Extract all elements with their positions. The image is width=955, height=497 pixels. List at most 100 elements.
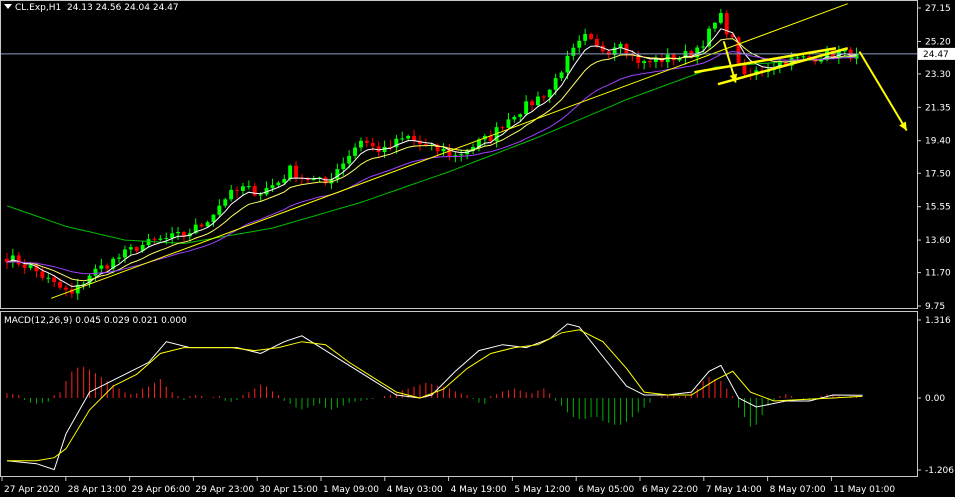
- candle-body: [583, 34, 588, 41]
- current-price-label: 24.47: [923, 50, 949, 60]
- time-tick-label: 27 Apr 2020: [4, 485, 60, 495]
- candle-body: [718, 13, 723, 23]
- candle-body: [223, 199, 228, 206]
- macd-tick-label: 1.316: [925, 316, 951, 326]
- candle-body: [488, 135, 493, 142]
- candle-body: [335, 169, 340, 180]
- price-tick-label: 11.70: [925, 269, 951, 279]
- candle-body: [199, 224, 204, 227]
- time-tick-label: 6 May 05:00: [578, 485, 634, 495]
- candle-body: [158, 238, 163, 240]
- candle-body: [801, 56, 806, 58]
- candle-body: [205, 222, 210, 227]
- candle-body: [347, 155, 352, 164]
- candle-body: [276, 182, 281, 186]
- candle-body: [341, 163, 346, 170]
- candle-body: [252, 185, 257, 196]
- dropdown-triangle-icon[interactable]: [4, 4, 12, 9]
- candle-body: [701, 46, 706, 48]
- price-tick-label: 19.40: [925, 137, 951, 147]
- candle-body: [412, 135, 416, 141]
- candle-body: [170, 233, 175, 238]
- candle-body: [176, 232, 180, 234]
- candle-body: [46, 277, 51, 279]
- candle-body: [241, 186, 245, 191]
- candle-body: [565, 55, 570, 73]
- candle-body: [270, 185, 275, 189]
- time-tick-label: 6 May 22:00: [642, 485, 698, 495]
- candle-body: [577, 40, 582, 48]
- candle-body: [217, 205, 222, 215]
- candle-body: [500, 127, 505, 129]
- candle-body: [553, 78, 558, 90]
- candle-body: [117, 257, 121, 259]
- time-tick-label: 29 Apr 23:00: [195, 485, 254, 495]
- candle-body: [93, 268, 98, 276]
- price-tick-label: 15.55: [925, 203, 951, 213]
- time-tick-label: 8 May 07:00: [770, 485, 826, 495]
- candle-body: [795, 57, 800, 59]
- candle-body: [134, 247, 139, 251]
- macd-tick-label: 0.00: [925, 394, 945, 404]
- candle-body: [16, 255, 21, 265]
- price-tick-label: 9.75: [925, 302, 945, 312]
- symbol-label: CL.Exp,H1: [15, 3, 62, 13]
- candle-body: [589, 34, 593, 39]
- candle-body: [105, 265, 110, 269]
- candle-body: [547, 89, 552, 98]
- time-tick-label: 1 May 09:00: [323, 485, 379, 495]
- candle-body: [571, 47, 576, 56]
- candle-body: [123, 249, 127, 258]
- time-tick-label: 29 Apr 06:00: [132, 485, 191, 495]
- candle-body: [618, 44, 623, 48]
- candle-body: [152, 239, 157, 241]
- chart-header: CL.Exp,H1 24.13 24.56 24.04 24.47: [4, 3, 179, 13]
- chart-svg: 27.15 25.20 23.30 21.35 19.40 17.50 15.55 13.60…: [0, 0, 955, 497]
- candle-body: [353, 147, 357, 156]
- candle-body: [246, 185, 251, 187]
- time-tick-label: 7 May 14:00: [706, 485, 762, 495]
- candle-body: [441, 148, 446, 152]
- price-tick-label: 17.50: [925, 169, 951, 179]
- candle-body: [294, 165, 298, 178]
- candle-body: [648, 61, 652, 63]
- candle-body: [506, 119, 511, 128]
- macd-header: MACD(12,26,9) 0.045 0.029 0.021 0.000: [4, 316, 187, 326]
- price-tick-label: 13.60: [925, 236, 951, 246]
- candle-body: [595, 38, 599, 46]
- time-tick-label: 30 Apr 15:00: [259, 485, 318, 495]
- price-tick-label: 23.30: [925, 70, 951, 80]
- candle-body: [235, 189, 239, 191]
- candle-body: [99, 265, 104, 269]
- candle-body: [364, 140, 369, 143]
- time-tick-label: 28 Apr 13:00: [68, 485, 127, 495]
- candle-body: [22, 264, 27, 268]
- candle-body: [164, 237, 169, 239]
- candle-body: [541, 96, 546, 98]
- candle-body: [146, 239, 151, 246]
- candle-body: [28, 265, 33, 268]
- candle-body: [606, 51, 611, 55]
- candle-body: [258, 194, 263, 196]
- price-tick-label: 21.35: [925, 103, 951, 113]
- candle-body: [128, 247, 133, 250]
- candle-body: [671, 54, 676, 61]
- candle-body: [530, 101, 534, 106]
- candle-body: [359, 140, 363, 148]
- candle-body: [642, 61, 647, 63]
- candle-body: [58, 281, 62, 288]
- candle-body: [370, 142, 375, 147]
- candle-body: [64, 287, 68, 290]
- candle-body: [459, 154, 464, 156]
- price-tick-label: 25.20: [925, 37, 951, 47]
- time-tick-label: 11 May 01:00: [833, 485, 895, 495]
- ohlc-label: 24.13 24.56 24.04 24.47: [66, 3, 179, 13]
- candle-body: [536, 96, 540, 106]
- candle-body: [559, 72, 564, 79]
- macd-tick-label: -1.206: [925, 466, 954, 476]
- candle-body: [52, 277, 57, 282]
- candle-body: [282, 178, 287, 183]
- candle-body: [518, 114, 523, 117]
- candle-body: [229, 189, 234, 200]
- candle-body: [40, 271, 45, 278]
